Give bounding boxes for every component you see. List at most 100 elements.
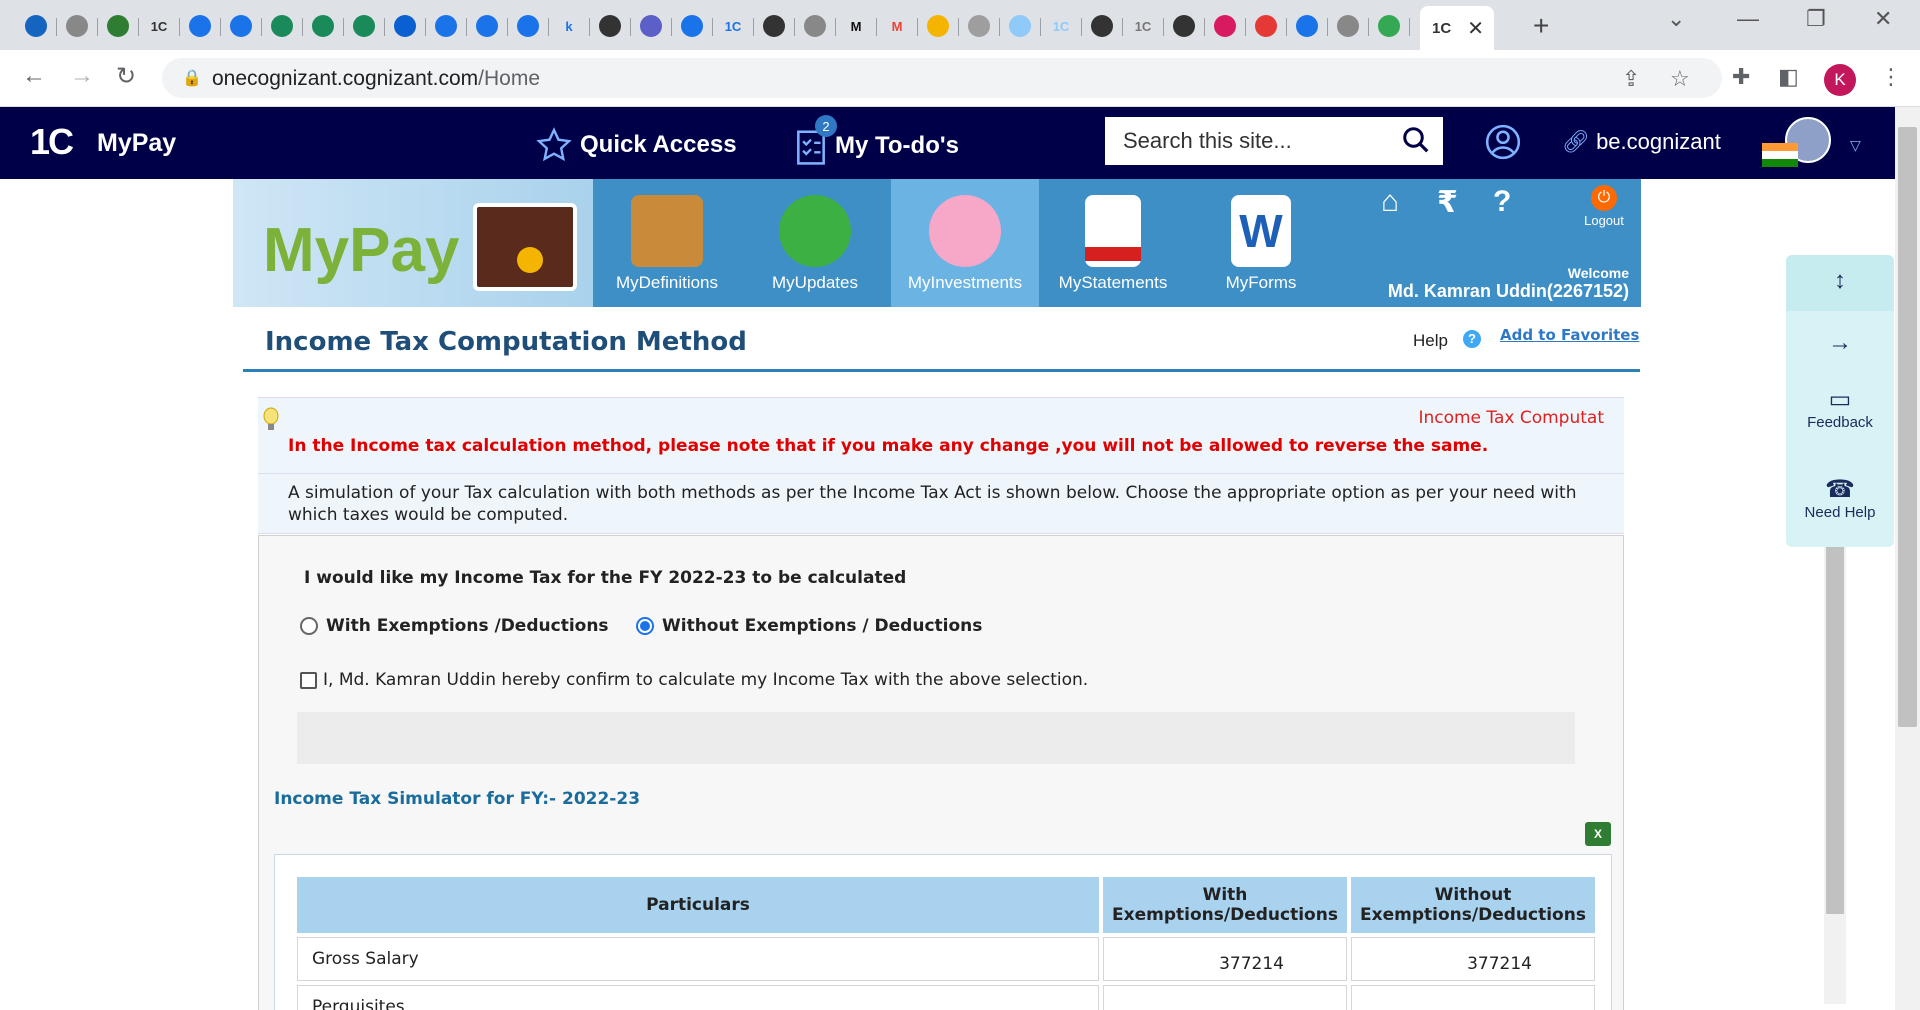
- lock-icon[interactable]: 🔒: [182, 68, 202, 88]
- browser-tab[interactable]: [305, 8, 344, 44]
- browser-tab[interactable]: k: [551, 8, 590, 44]
- browser-tab[interactable]: [100, 8, 139, 44]
- new-tab-button[interactable]: +: [1533, 10, 1549, 42]
- profile-avatar[interactable]: K: [1824, 64, 1856, 96]
- radio-button[interactable]: [300, 617, 318, 635]
- tab-favicon: [640, 15, 662, 37]
- browser-tab[interactable]: [346, 8, 385, 44]
- browser-tab[interactable]: [59, 8, 98, 44]
- chevron-down-icon[interactable]: ▽: [1850, 137, 1861, 154]
- page-scrollbar[interactable]: [1895, 107, 1920, 1010]
- cognizant-logo[interactable]: 1C: [30, 121, 74, 163]
- link-icon: 🔗︎: [1562, 129, 1590, 154]
- reload-icon[interactable]: ↻: [116, 62, 136, 91]
- browser-tab[interactable]: M: [838, 8, 877, 44]
- rupee-icon[interactable]: ₹: [1437, 185, 1458, 220]
- becognizant-link[interactable]: 🔗︎ be.cognizant: [1562, 129, 1721, 155]
- scrolling-notice: Income Tax Computat: [1418, 408, 1604, 428]
- bookmark-star-icon[interactable]: ☆: [1670, 66, 1690, 92]
- simulator-table: Particulars With Exemptions/Deductions W…: [293, 873, 1599, 1010]
- checkbox[interactable]: [300, 671, 317, 689]
- tab-favicon: [1009, 15, 1031, 37]
- arrow-right-icon[interactable]: →: [1786, 329, 1894, 357]
- browser-tab[interactable]: 1C: [1125, 8, 1164, 44]
- browser-tab[interactable]: [797, 8, 836, 44]
- browser-tab[interactable]: [428, 8, 467, 44]
- user-search-icon[interactable]: [1484, 123, 1522, 166]
- radio-without-exemptions[interactable]: Without Exemptions / Deductions: [636, 616, 982, 636]
- address-bar[interactable]: 🔒 onecognizant.cognizant.com/Home ⇪ ☆: [162, 58, 1722, 98]
- side-panel-icon[interactable]: ◧: [1778, 64, 1799, 90]
- confirm-label: I, Md. Kamran Uddin hereby confirm to ca…: [323, 670, 1089, 690]
- menu-kebab-icon[interactable]: ⋮: [1880, 64, 1902, 90]
- browser-tab-active[interactable]: 1C ✕: [1420, 6, 1494, 50]
- simulator-table-container: Particulars With Exemptions/Deductions W…: [274, 854, 1612, 1010]
- browser-tab[interactable]: 1C: [715, 8, 754, 44]
- feedback-label: Feedback: [1807, 414, 1873, 431]
- browser-tab[interactable]: [223, 8, 262, 44]
- browser-tab[interactable]: [264, 8, 303, 44]
- tab-search-icon[interactable]: ⌄: [1667, 6, 1685, 32]
- mypay-banner: MyPay MyDefinitions MyUpdates MyInvestme…: [233, 179, 1641, 307]
- browser-tab[interactable]: [510, 8, 549, 44]
- help-question-icon[interactable]: ?: [1493, 185, 1511, 219]
- need-help-button[interactable]: ☎ Need Help: [1786, 475, 1894, 521]
- nav-label: MyStatements: [1058, 273, 1168, 292]
- share-icon[interactable]: ⇪: [1622, 66, 1640, 92]
- feedback-button[interactable]: ▭ Feedback: [1786, 385, 1894, 431]
- browser-tab[interactable]: M: [879, 8, 918, 44]
- browser-tab[interactable]: 1C: [1043, 8, 1082, 44]
- browser-tab[interactable]: [1330, 8, 1369, 44]
- mypay-brand[interactable]: MyPay: [233, 179, 593, 307]
- extensions-icon[interactable]: ✚: [1732, 64, 1750, 90]
- back-icon[interactable]: ←: [22, 62, 46, 90]
- search-icon[interactable]: [1401, 125, 1431, 160]
- browser-tab[interactable]: [18, 8, 57, 44]
- radio-button-selected[interactable]: [636, 617, 654, 635]
- excel-export-icon[interactable]: X: [1585, 822, 1611, 846]
- logout-button[interactable]: ⏻ Logout: [1568, 185, 1640, 228]
- help-icon[interactable]: ?: [1463, 330, 1481, 348]
- browser-tab[interactable]: [387, 8, 426, 44]
- confirm-checkbox[interactable]: I, Md. Kamran Uddin hereby confirm to ca…: [300, 670, 1088, 690]
- browser-tab[interactable]: [1084, 8, 1123, 44]
- browser-tab[interactable]: [1166, 8, 1205, 44]
- browser-tab[interactable]: [469, 8, 508, 44]
- browser-tab[interactable]: [1002, 8, 1041, 44]
- url-text[interactable]: onecognizant.cognizant.com/Home: [212, 67, 540, 91]
- quick-access-link[interactable]: Quick Access: [536, 127, 737, 163]
- browser-tab[interactable]: [633, 8, 672, 44]
- chat-bubble-icon: ▭: [1828, 386, 1852, 413]
- browser-tab[interactable]: [1289, 8, 1328, 44]
- forward-icon[interactable]: →: [70, 62, 94, 90]
- browser-tab[interactable]: [592, 8, 631, 44]
- search-input[interactable]: [1105, 117, 1385, 165]
- browser-tab[interactable]: [674, 8, 713, 44]
- browser-tab[interactable]: [756, 8, 795, 44]
- radio-with-exemptions[interactable]: With Exemptions /Deductions: [300, 616, 609, 636]
- nav-my-updates[interactable]: MyUpdates: [741, 179, 889, 307]
- close-window-icon[interactable]: ✕: [1874, 6, 1892, 32]
- close-tab-icon[interactable]: ✕: [1467, 16, 1484, 41]
- help-label[interactable]: Help: [1413, 331, 1448, 351]
- home-icon[interactable]: ⌂: [1381, 185, 1399, 219]
- nav-my-definitions[interactable]: MyDefinitions: [593, 179, 741, 307]
- browser-tab[interactable]: [1207, 8, 1246, 44]
- nav-my-statements[interactable]: MyStatements: [1039, 179, 1187, 307]
- expand-vertical-icon[interactable]: ↕: [1786, 267, 1894, 295]
- nav-my-investments[interactable]: MyInvestments: [891, 179, 1039, 307]
- need-help-label: Need Help: [1804, 504, 1876, 521]
- page-content: MyPay MyDefinitions MyUpdates MyInvestme…: [0, 179, 1895, 1010]
- page-scrollbar-thumb[interactable]: [1898, 127, 1917, 727]
- browser-tab[interactable]: 1C: [141, 8, 180, 44]
- browser-tab[interactable]: [182, 8, 221, 44]
- add-to-favorites-link[interactable]: Add to Favorites: [1500, 326, 1639, 344]
- browser-tab[interactable]: [961, 8, 1000, 44]
- browser-tab[interactable]: [1371, 8, 1410, 44]
- nav-my-forms[interactable]: W MyForms: [1187, 179, 1335, 307]
- restore-icon[interactable]: ❐: [1806, 6, 1826, 32]
- browser-tab[interactable]: [920, 8, 959, 44]
- tab-favicon: [312, 15, 334, 37]
- browser-tab[interactable]: [1248, 8, 1287, 44]
- minimize-icon[interactable]: —: [1737, 6, 1759, 32]
